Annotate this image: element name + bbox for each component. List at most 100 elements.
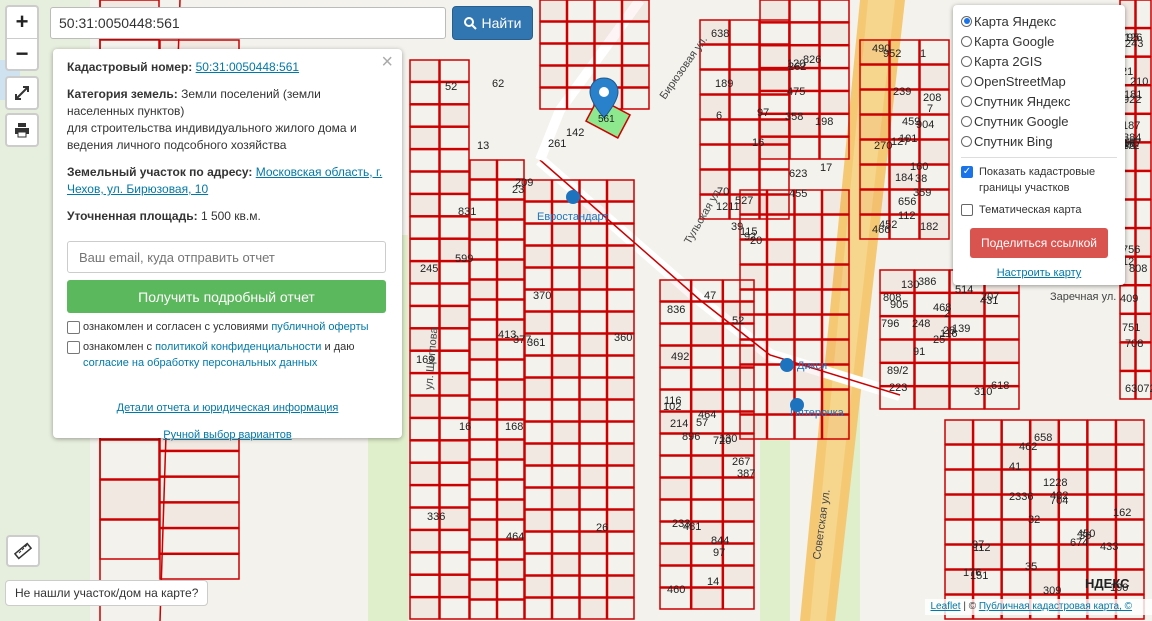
radio-button[interactable] [961, 115, 972, 127]
search-button[interactable]: Найти [452, 6, 533, 40]
print-button[interactable] [5, 113, 39, 147]
parcel-number-label: 198 [815, 116, 833, 128]
parcel-number-label: 184 [895, 172, 913, 184]
poi-label: Евростандарт [537, 211, 608, 223]
parcel-number-label: 336 [427, 511, 445, 523]
offer-consent[interactable]: ознакомлен и согласен с условиями публич… [67, 319, 388, 335]
base-map-option[interactable]: Спутник Google [961, 111, 1117, 131]
parcel-number-label: 599 [455, 253, 473, 265]
report-details-link[interactable]: Детали отчета и юридическая информация [117, 402, 339, 414]
parcel-number-label: 1228 [1043, 477, 1067, 489]
base-map-option[interactable]: OpenStreetMap [961, 71, 1117, 91]
base-map-label: Карта Google [974, 33, 1055, 49]
parcel-number-label: 16 [459, 421, 471, 433]
close-icon[interactable]: × [381, 51, 393, 74]
map-attribution: Leaflet | © Публичная кадастровая карта,… [924, 599, 1152, 615]
parcel-number-label: 514 [955, 284, 973, 296]
parcel-number-label: 638 [711, 28, 729, 40]
share-link-button[interactable]: Поделиться ссылкой [970, 228, 1108, 258]
parcel-number-label: 431 [980, 295, 998, 307]
parcel-number-label: 162 [1113, 507, 1131, 519]
address-label: Земельный участок по адресу: [67, 165, 253, 179]
radio-button[interactable] [961, 35, 972, 47]
privacy-policy-link[interactable]: политикой конфиденциальности [155, 341, 321, 353]
public-offer-link[interactable]: публичной оферты [271, 321, 368, 333]
base-map-option[interactable]: Спутник Bing [961, 131, 1117, 151]
land-category-label: Категория земель: [67, 87, 178, 101]
email-field[interactable] [67, 241, 386, 273]
parcel-number-label: 52 [732, 315, 744, 327]
cadastral-borders-toggle[interactable]: ✓ Показать кадастровые границы участков [961, 164, 1117, 196]
print-icon [15, 123, 29, 138]
parcel-number-label: 452 [879, 219, 897, 231]
configure-map-link[interactable]: Настроить карту [997, 267, 1082, 279]
parcel-number-label: 384 [1123, 132, 1141, 144]
cadastral-number-link[interactable]: 50:31:0050448:561 [196, 60, 299, 74]
parcel-number-label: 91 [913, 346, 925, 358]
base-map-option[interactable]: Карта Google [961, 31, 1117, 51]
parcel-number-label: 309 [1043, 585, 1061, 597]
cadastral-source-link[interactable]: Публичная кадастровая карта, © [979, 601, 1132, 612]
parcel-number-label: 413 [498, 329, 516, 341]
get-report-button[interactable]: Получить подробный отчет [67, 280, 386, 313]
fullscreen-button[interactable] [5, 76, 39, 110]
base-map-option[interactable]: Карта Яндекс [961, 11, 1117, 31]
parcel-number-label: 14 [707, 576, 719, 588]
zoom-out-button[interactable]: − [7, 38, 37, 70]
parcel-number-label: 386 [918, 276, 936, 288]
parcel-number-label: 270 [874, 140, 892, 152]
radio-button[interactable] [961, 55, 972, 67]
manual-selection-link[interactable]: Ручной выбор вариантов [163, 429, 291, 441]
base-map-option[interactable]: Спутник Яндекс [961, 91, 1117, 111]
cadastral-borders-checkbox[interactable]: ✓ [961, 166, 973, 178]
thematic-map-checkbox[interactable] [961, 204, 973, 216]
parcel-number-label: 896 [682, 431, 700, 443]
parcel-number-label: 433 [1100, 541, 1118, 553]
parcel-number-label: 17 [820, 162, 832, 174]
ruler-button[interactable] [6, 535, 40, 567]
thematic-map-toggle[interactable]: Тематическая карта [961, 202, 1117, 218]
not-found-button[interactable]: Не нашли участок/дом на карте? [5, 580, 209, 606]
parcel-number-label: 182 [920, 221, 938, 233]
radio-button[interactable] [961, 75, 972, 87]
parcel-number-label: 623 [789, 168, 807, 180]
parcel-number-label: 214 [670, 418, 688, 430]
parcel-number-label: 52 [445, 81, 457, 93]
parcel-number-label: 361 [527, 337, 545, 349]
parcel-number-label: 831 [458, 206, 476, 218]
base-map-label: Спутник Bing [974, 133, 1053, 149]
search-input[interactable] [50, 7, 446, 39]
parcel-number-label: 16 [752, 137, 764, 149]
parcel-number-label: 63072 [1125, 383, 1152, 395]
parcel-number-label: 208 [923, 92, 941, 104]
radio-button[interactable] [961, 15, 972, 27]
leaflet-link[interactable]: Leaflet [931, 601, 961, 612]
radio-button[interactable] [961, 95, 972, 107]
radio-button[interactable] [961, 135, 972, 147]
parcel-number-label: 47 [704, 290, 716, 302]
parcel-number-label: 97 [713, 547, 725, 559]
privacy-consent[interactable]: ознакомлен с политикой конфиденциальност… [67, 339, 388, 371]
parcel-number-label: 359 [913, 187, 931, 199]
base-map-option[interactable]: Карта 2GIS [961, 51, 1117, 71]
parcel-number-label: 1 [920, 48, 926, 60]
offer-consent-checkbox[interactable] [67, 321, 80, 334]
parcel-number-label: 23 [512, 184, 524, 196]
ruler-icon [14, 542, 32, 560]
parcel-number-label: 387 [737, 468, 755, 480]
parcel-number-label: 116 [940, 328, 958, 340]
search-icon [463, 16, 477, 30]
privacy-consent-checkbox[interactable] [67, 341, 80, 354]
land-purpose-value: для строительства индивидуального жилого… [67, 121, 357, 152]
offer-consent-text: ознакомлен и согласен с условиями [83, 321, 269, 333]
parcel-number-label: 674 [1070, 537, 1088, 549]
parcel-number-label: 233 [672, 518, 690, 530]
zoom-in-button[interactable]: + [7, 7, 37, 38]
parcel-number-label: 904 [916, 119, 934, 131]
poi-icon [566, 190, 580, 204]
parcel-number-label: 462 [1019, 441, 1037, 453]
data-processing-link[interactable]: согласие на обработку персональных данны… [83, 357, 317, 369]
parcel-number-label: 455 [789, 188, 807, 200]
parcel-number-label: 168 [505, 421, 523, 433]
parcel-number-label: 101 [899, 133, 917, 145]
